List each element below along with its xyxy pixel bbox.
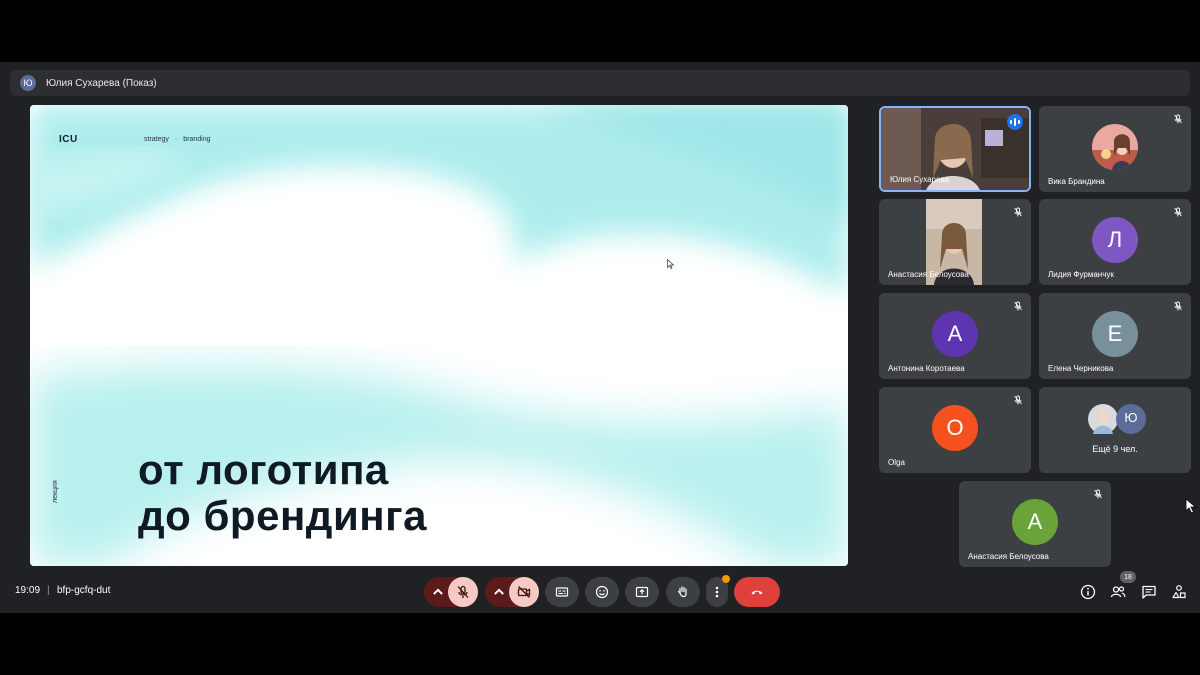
participant-letter-avatar: А <box>1012 499 1058 545</box>
captions-icon <box>555 587 569 597</box>
participant-photo-avatar <box>1092 124 1138 170</box>
mic-off-icon <box>457 585 469 598</box>
camera-off-icon <box>517 586 531 598</box>
participant-letter-avatar: А <box>932 311 978 357</box>
participants-count-badge: 18 <box>1120 571 1136 583</box>
presenter-banner: Ю Юлия Сухарева (Показ) <box>10 70 1190 96</box>
slide-vertical-label: лекция <box>52 480 59 503</box>
emoji-button[interactable] <box>585 577 619 607</box>
slide-tag: strategy <box>144 136 169 143</box>
camera-control-group <box>485 577 539 607</box>
more-options-icon <box>715 586 719 598</box>
present-screen-icon <box>635 586 649 598</box>
participant-name: Olga <box>888 458 905 467</box>
mic-toggle-button[interactable] <box>448 577 478 607</box>
emoji-icon <box>595 585 609 599</box>
participant-tile[interactable]: А Антонина Коротаева <box>879 293 1031 379</box>
mic-off-icon <box>1174 114 1182 124</box>
control-bar: 19:09 | bfp-gcfq-dut 18 <box>0 571 1200 607</box>
slide-title: от логотипа до брендинга <box>138 447 427 539</box>
slide-tags: strategy · branding <box>144 136 211 143</box>
slide-tag: branding <box>183 136 211 143</box>
mic-off-icon <box>1174 207 1182 217</box>
end-call-button[interactable] <box>734 577 780 607</box>
activities-icon[interactable] <box>1171 584 1187 600</box>
presenter-avatar: Ю <box>20 75 36 91</box>
participant-name: Анастасия Белоусова <box>968 552 1049 561</box>
present-button[interactable] <box>625 577 659 607</box>
raise-hand-button[interactable] <box>666 577 700 607</box>
participant-tile[interactable]: O Olga <box>879 387 1031 473</box>
raise-hand-icon <box>677 586 687 598</box>
video-options-button[interactable] <box>491 577 507 607</box>
chat-icon[interactable] <box>1141 584 1157 600</box>
speaking-indicator-icon <box>1007 114 1023 130</box>
mic-off-icon <box>1174 301 1182 311</box>
captions-button[interactable] <box>545 577 579 607</box>
participant-name: Юлия Сухарева <box>890 175 950 184</box>
mic-off-icon <box>1014 301 1022 311</box>
slide-tag-separator: · <box>174 136 178 143</box>
meet-window: Ю Юлия Сухарева (Показ) ICU strategy · b… <box>0 62 1200 613</box>
participant-tile[interactable]: Юлия Сухарева <box>879 106 1031 192</box>
mic-off-icon <box>1094 489 1102 499</box>
mic-control-group <box>424 577 478 607</box>
clock-separator: | <box>47 585 50 596</box>
slide-brand: ICU <box>59 134 78 145</box>
participant-tile[interactable]: Вика Брандина <box>1039 106 1191 192</box>
meeting-clock: 19:09 <box>15 585 41 596</box>
participant-tile[interactable]: А Анастасия Белоусова <box>959 481 1111 567</box>
end-call-icon <box>751 590 763 595</box>
more-options-button[interactable] <box>706 575 730 607</box>
participant-name: Елена Черникова <box>1048 364 1114 373</box>
notification-dot <box>722 575 730 583</box>
chevron-up-icon <box>494 588 504 595</box>
presenter-label: Юлия Сухарева (Показ) <box>46 77 157 89</box>
info-icon[interactable] <box>1080 584 1096 600</box>
participant-letter-avatar: O <box>932 405 978 451</box>
participant-tile[interactable]: Е Елена Черникова <box>1039 293 1191 379</box>
more-participants-avatar-letter: Ю <box>1124 410 1138 425</box>
mouse-pointer-icon <box>1185 498 1197 514</box>
participant-tile[interactable]: Анастасия Белоусова <box>879 199 1031 285</box>
shared-slide: ICU strategy · branding от логотипа до б… <box>30 105 848 566</box>
participant-letter-avatar: Е <box>1092 311 1138 357</box>
audio-options-button[interactable] <box>430 577 446 607</box>
camera-toggle-button[interactable] <box>509 577 539 607</box>
participant-name: Вика Брандина <box>1048 177 1105 186</box>
cursor-icon <box>667 259 675 269</box>
participant-name: Антонина Коротаева <box>888 364 965 373</box>
more-participants-tile[interactable]: Ю Ещё 9 чел. <box>1039 387 1191 473</box>
participant-tile[interactable]: Л Лидия Фурманчук <box>1039 199 1191 285</box>
participant-name: Анастасия Белоусова <box>888 270 969 279</box>
more-participants-label: Ещё 9 чел. <box>1092 444 1138 454</box>
people-icon[interactable] <box>1110 584 1126 600</box>
mic-off-icon <box>1014 207 1022 217</box>
participant-name: Лидия Фурманчук <box>1048 270 1114 279</box>
participant-letter-avatar: Л <box>1092 217 1138 263</box>
slide-title-line: до брендинга <box>138 492 428 539</box>
slide-title-line: от логотипа <box>138 446 389 493</box>
mic-off-icon <box>1014 395 1022 405</box>
chevron-up-icon <box>433 588 443 595</box>
meeting-code: bfp-gcfq-dut <box>57 585 111 596</box>
